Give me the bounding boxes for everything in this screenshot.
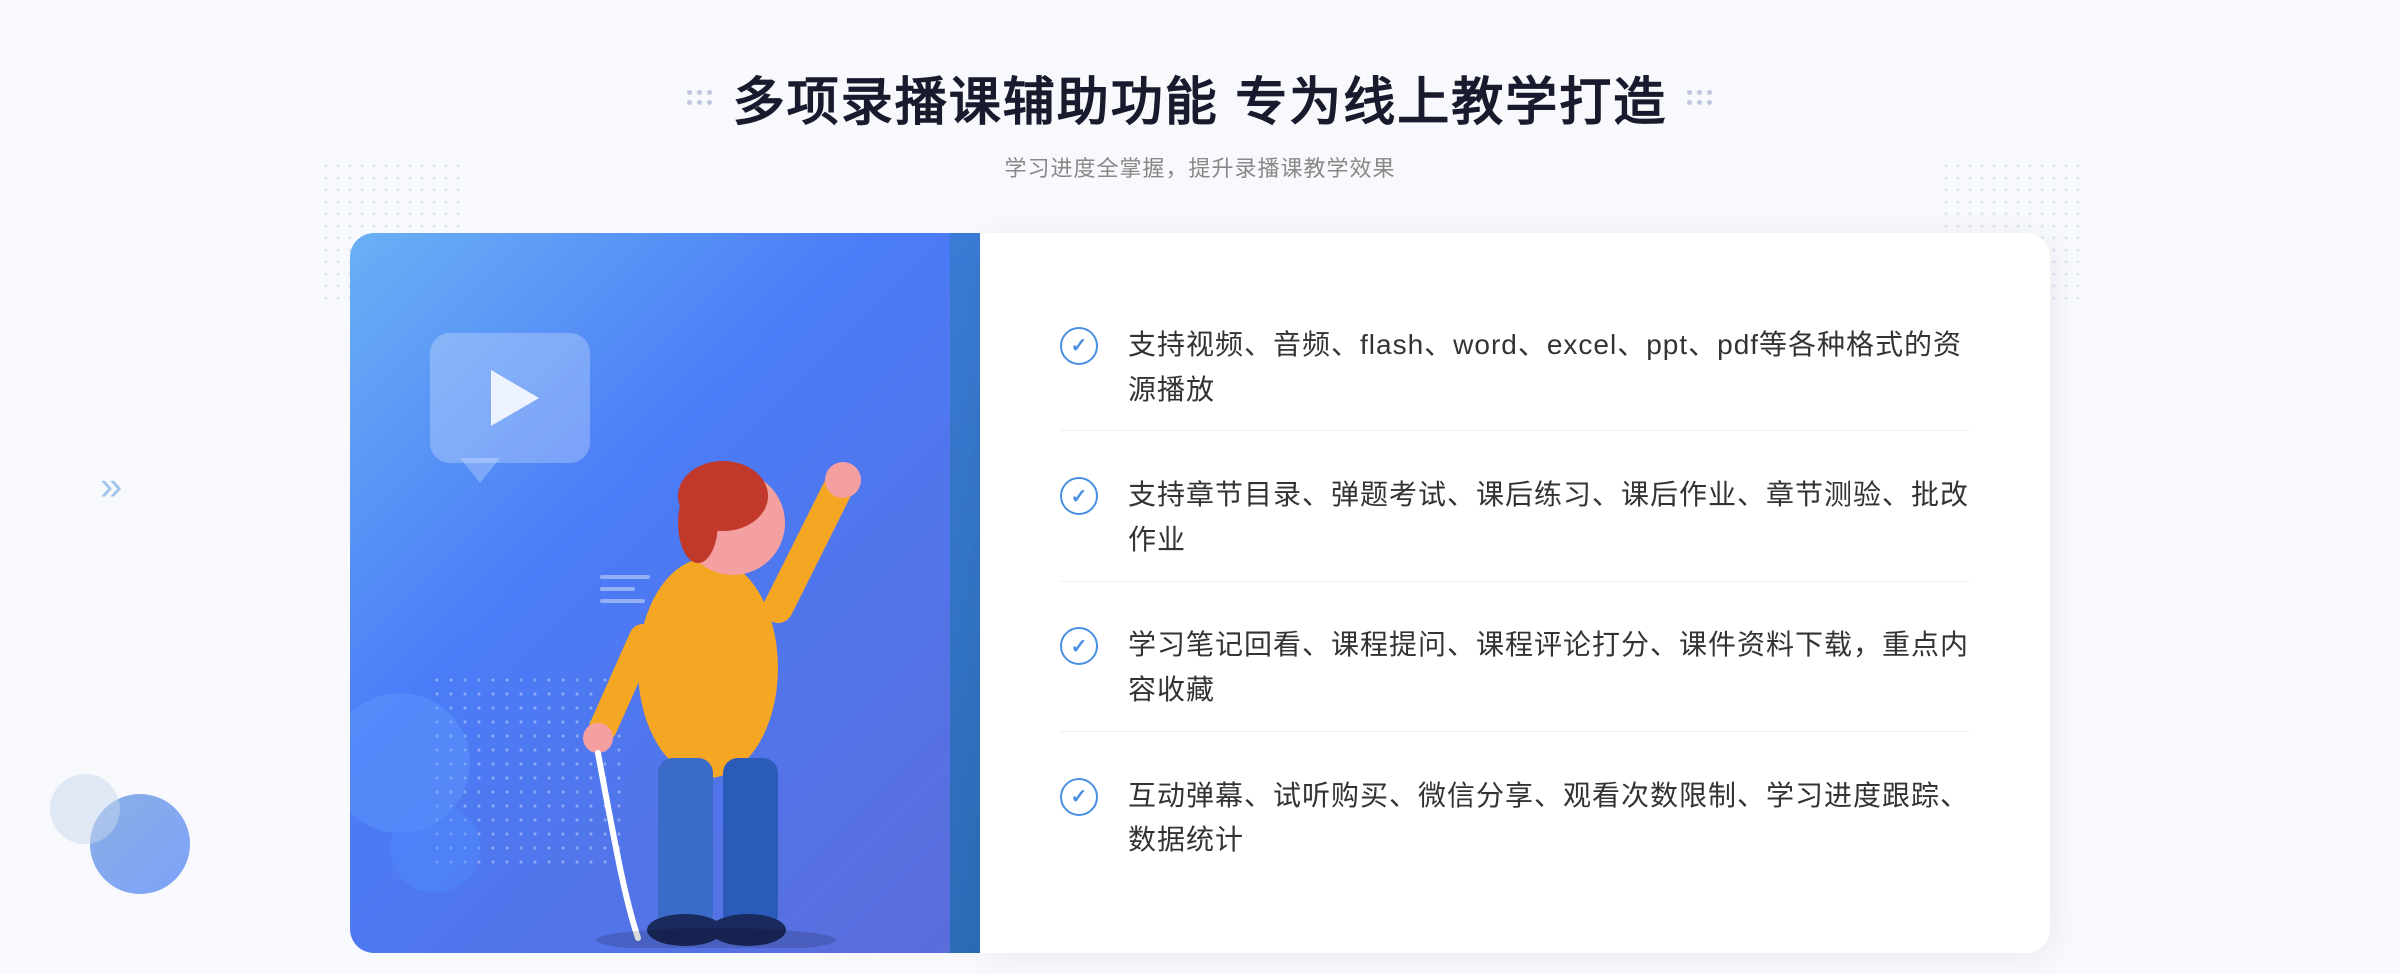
check-icon-1 [1060,327,1098,365]
feature-text-3: 学习笔记回看、课程提问、课程评论打分、课件资料下载，重点内容收藏 [1128,623,1970,713]
deco-circle-light [50,774,120,844]
feature-text-2: 支持章节目录、弹题考试、课后练习、课后作业、章节测验、批改作业 [1128,473,1970,563]
accent-bar [950,233,980,953]
features-card: 支持视频、音频、flash、word、excel、ppt、pdf等各种格式的资源… [980,233,2050,953]
title-row: 多项录播课辅助功能 专为线上教学打造 [687,60,1713,135]
feature-item-1: 支持视频、音频、flash、word、excel、ppt、pdf等各种格式的资源… [1060,305,1970,432]
feature-item-2: 支持章节目录、弹题考试、课后练习、课后作业、章节测验、批改作业 [1060,455,1970,582]
title-dots-right [1687,90,1713,106]
feature-text-1: 支持视频、音频、flash、word、excel、ppt、pdf等各种格式的资源… [1128,323,1970,413]
title-dots-left [687,90,713,106]
header-section: 多项录播课辅助功能 专为线上教学打造 学习进度全掌握，提升录播课教学效果 [687,60,1713,183]
illustration-panel [350,233,950,953]
check-icon-2 [1060,477,1098,515]
feature-item-3: 学习笔记回看、课程提问、课程评论打分、课件资料下载，重点内容收藏 [1060,605,1970,732]
illus-shape-circle-2 [390,803,480,893]
check-icon-4 [1060,778,1098,816]
check-icon-3 [1060,627,1098,665]
page-subtitle: 学习进度全掌握，提升录播课教学效果 [687,151,1713,183]
feature-text-4: 互动弹幕、试听购买、微信分享、观看次数限制、学习进度跟踪、数据统计 [1128,774,1970,864]
page-title: 多项录播课辅助功能 专为线上教学打造 [733,60,1667,135]
person-figure [548,368,888,953]
content-area: 支持视频、音频、flash、word、excel、ppt、pdf等各种格式的资源… [350,233,2050,953]
play-icon [491,370,539,426]
page-container: » 多项录播课辅助功能 专为线上教学打造 学习进度全掌握，提升录播课教学效果 [0,0,2400,974]
feature-item-4: 互动弹幕、试听购买、微信分享、观看次数限制、学习进度跟踪、数据统计 [1060,756,1970,882]
chevron-left-icon: » [100,465,112,510]
